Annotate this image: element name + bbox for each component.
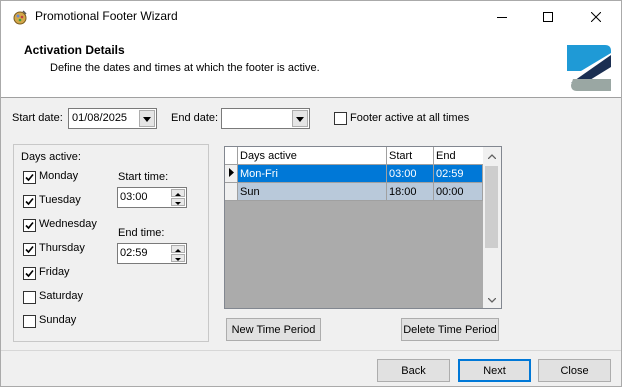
checkmark-icon [25, 221, 34, 230]
start-date-picker[interactable]: 01/08/2025 [68, 108, 157, 129]
next-button[interactable]: Next [458, 359, 531, 382]
app-icon [12, 9, 28, 25]
tuesday-checkbox[interactable] [23, 195, 36, 208]
new-time-period-button[interactable]: New Time Period [226, 318, 321, 341]
row-indicator [225, 165, 238, 183]
end-date-picker[interactable] [221, 108, 310, 129]
close-window-button[interactable] [573, 1, 619, 32]
start-time-label: Start time: [118, 171, 169, 183]
start-date-value: 01/08/2025 [72, 112, 128, 124]
time-periods-grid[interactable]: Days active Start End Mon-Fri 03:00 02:5… [224, 146, 502, 309]
saturday-checkbox[interactable] [23, 291, 36, 304]
sunday-checkbox[interactable] [23, 315, 36, 328]
cell-start[interactable]: 18:00 [387, 183, 434, 201]
chevron-up-icon [487, 150, 497, 162]
chevron-down-icon [143, 113, 151, 125]
start-date-dropdown-button[interactable] [139, 110, 155, 127]
delete-time-period-button[interactable]: Delete Time Period [401, 318, 499, 341]
start-time-value: 03:00 [120, 191, 148, 203]
table-row[interactable]: Sun 18:00 00:00 [225, 183, 483, 201]
thursday-label: Thursday [39, 242, 85, 254]
back-button[interactable]: Back [377, 359, 450, 382]
wednesday-label: Wednesday [39, 218, 97, 230]
minimize-button[interactable] [479, 1, 525, 32]
monday-label: Monday [39, 170, 79, 182]
start-date-label: Start date: [12, 112, 63, 124]
column-header-end[interactable]: End [434, 147, 483, 165]
start-time-spinner[interactable]: 03:00 [117, 187, 187, 208]
column-header-days[interactable]: Days active [238, 147, 387, 165]
close-icon [591, 11, 601, 22]
scroll-up-button[interactable] [483, 147, 501, 164]
cell-end[interactable]: 02:59 [434, 165, 483, 183]
checkmark-icon [25, 197, 34, 206]
window-title: Promotional Footer Wizard [35, 9, 178, 23]
close-button[interactable]: Close [538, 359, 611, 382]
grid-body: Days active Start End Mon-Fri 03:00 02:5… [225, 147, 483, 308]
cell-start[interactable]: 03:00 [387, 165, 434, 183]
row-indicator [225, 183, 238, 201]
spin-down-button[interactable] [171, 198, 185, 206]
table-row[interactable]: Mon-Fri 03:00 02:59 [225, 165, 483, 183]
sunday-label: Sunday [39, 314, 77, 326]
chevron-down-icon [487, 294, 497, 306]
scroll-down-button[interactable] [483, 291, 501, 308]
friday-checkbox[interactable] [23, 267, 36, 280]
spin-down-button[interactable] [171, 254, 185, 262]
grid-vertical-scrollbar[interactable] [483, 147, 501, 308]
cell-days[interactable]: Sun [238, 183, 387, 201]
cell-days[interactable]: Mon-Fri [238, 165, 387, 183]
wednesday-checkbox[interactable] [23, 219, 36, 232]
friday-label: Friday [39, 266, 70, 278]
cell-end[interactable]: 00:00 [434, 183, 483, 201]
days-active-panel: Days active: Monday Tuesday Wednesday Th… [13, 144, 209, 342]
checkmark-icon [25, 269, 34, 278]
always-active-label: Footer active at all times [350, 112, 470, 124]
end-time-spinner[interactable]: 02:59 [117, 243, 187, 264]
saturday-label: Saturday [39, 290, 84, 302]
chevron-down-icon [175, 252, 181, 264]
footer-divider [1, 350, 621, 351]
always-active-checkbox[interactable] [334, 112, 347, 125]
scroll-thumb[interactable] [485, 166, 498, 248]
end-date-dropdown-button[interactable] [292, 110, 308, 127]
monday-checkbox[interactable] [23, 171, 36, 184]
current-row-arrow-icon [228, 167, 234, 180]
start-time-arrows [171, 189, 185, 206]
checkmark-icon [25, 173, 34, 182]
checkmark-icon [25, 245, 34, 254]
end-time-arrows [171, 245, 185, 262]
wizard-header: Activation Details Define the dates and … [1, 32, 621, 98]
wizard-window: Promotional Footer Wizard Activation Det… [0, 0, 622, 387]
maximize-icon [543, 11, 553, 22]
column-header-start[interactable]: Start [387, 147, 434, 165]
grid-header: Days active Start End [225, 147, 483, 165]
end-time-value: 02:59 [120, 247, 148, 259]
thursday-checkbox[interactable] [23, 243, 36, 256]
chevron-down-icon [296, 113, 304, 125]
minimize-icon [497, 12, 507, 22]
end-time-label: End time: [118, 227, 165, 239]
brand-logo-icon [563, 41, 615, 93]
days-active-label: Days active: [21, 151, 81, 163]
tuesday-label: Tuesday [39, 194, 81, 206]
page-subtitle: Define the dates and times at which the … [50, 62, 320, 74]
page-title: Activation Details [24, 43, 125, 57]
maximize-button[interactable] [525, 1, 571, 32]
title-bar: Promotional Footer Wizard [1, 1, 621, 32]
grid-corner [225, 147, 238, 165]
chevron-down-icon [175, 196, 181, 208]
end-date-label: End date: [171, 112, 219, 124]
